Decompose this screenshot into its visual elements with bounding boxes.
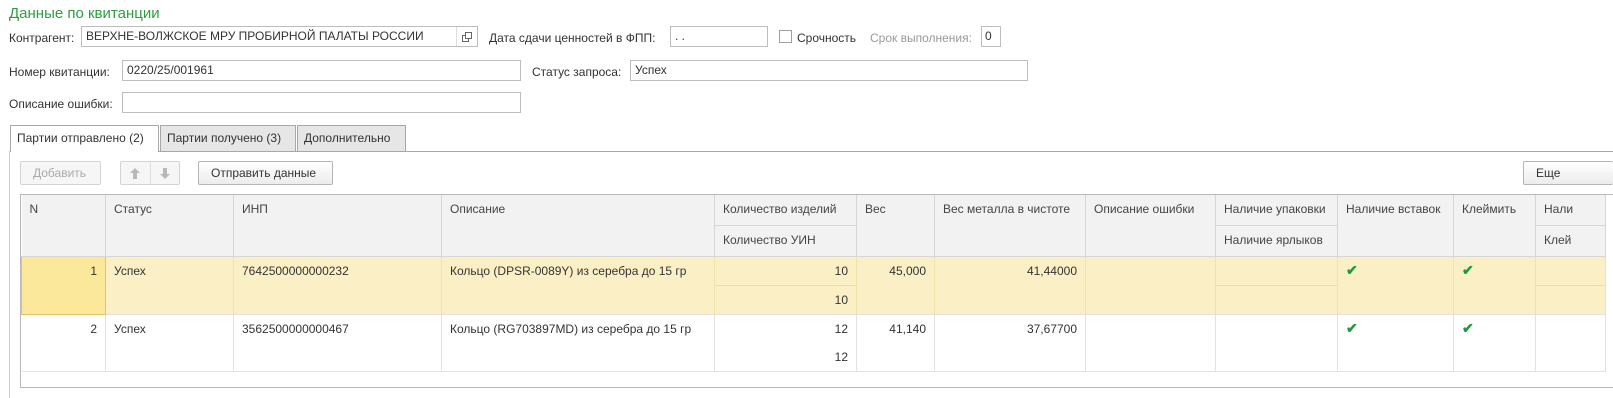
cell-uin-count[interactable]: 10 bbox=[714, 285, 857, 315]
col-header-extra-bottom[interactable]: Клей bbox=[1535, 225, 1606, 257]
delivery-date-field[interactable]: . . bbox=[670, 26, 768, 47]
cell-uin-count[interactable]: 12 bbox=[714, 343, 857, 372]
request-status-field[interactable]: Успех bbox=[630, 60, 1028, 81]
cell-labels[interactable] bbox=[1215, 343, 1338, 372]
more-button[interactable]: Еще bbox=[1523, 161, 1613, 185]
cell-inp[interactable]: 3562500000000467 bbox=[233, 314, 442, 372]
checkmark-icon: ✔ bbox=[1462, 262, 1474, 278]
urgency-checkbox[interactable] bbox=[779, 30, 792, 43]
cell-items-count[interactable]: 12 bbox=[714, 314, 857, 343]
cell-inserts[interactable]: ✔ bbox=[1337, 256, 1454, 315]
col-header-status[interactable]: Статус bbox=[105, 195, 234, 257]
cell-stamp[interactable]: ✔ bbox=[1453, 256, 1536, 315]
cell-n[interactable]: 2 bbox=[21, 314, 106, 372]
col-header-items-count[interactable]: Количество изделий bbox=[714, 195, 857, 226]
cell-extra[interactable] bbox=[1535, 256, 1606, 286]
move-buttons bbox=[120, 161, 180, 185]
cell-packaging[interactable] bbox=[1215, 314, 1338, 343]
cell-extra[interactable] bbox=[1535, 314, 1606, 343]
urgency-label: Срочность bbox=[797, 31, 857, 45]
col-header-error-description[interactable]: Описание ошибки bbox=[1085, 195, 1216, 257]
cell-inserts[interactable]: ✔ bbox=[1337, 314, 1454, 372]
cell-extra-bottom[interactable] bbox=[1535, 285, 1606, 315]
checkmark-icon: ✔ bbox=[1346, 320, 1358, 336]
delivery-date-label: Дата сдачи ценностей в ФПП: bbox=[489, 31, 656, 45]
checkmark-icon: ✔ bbox=[1462, 320, 1474, 336]
tab-panel-border bbox=[9, 151, 1613, 152]
cell-status[interactable]: Успех bbox=[105, 314, 234, 372]
counterparty-field[interactable]: ВЕРХНЕ-ВОЛЖСКОЕ МРУ ПРОБИРНОЙ ПАЛАТЫ РОС… bbox=[81, 26, 478, 47]
error-description-field[interactable] bbox=[122, 92, 521, 113]
tab-batches-sent[interactable]: Партии отправлено (2) bbox=[10, 125, 159, 152]
col-header-labels[interactable]: Наличие ярлыков bbox=[1215, 225, 1338, 257]
tab-panel-left-border bbox=[9, 151, 10, 398]
form-title: Данные по квитанции bbox=[9, 5, 160, 22]
col-header-uin-count[interactable]: Количество УИН bbox=[714, 225, 857, 257]
col-header-stamp[interactable]: Клеймить bbox=[1453, 195, 1536, 257]
col-header-packaging[interactable]: Наличие упаковки bbox=[1215, 195, 1338, 226]
receipt-number-label: Номер квитанции: bbox=[9, 65, 110, 79]
deadline-label: Срок выполнения: bbox=[870, 31, 972, 45]
cell-description[interactable]: Кольцо (DPSR-0089Y) из серебра до 15 гр bbox=[441, 256, 715, 315]
cell-extra-bottom[interactable] bbox=[1535, 343, 1606, 372]
open-icon[interactable] bbox=[456, 27, 477, 46]
cell-packaging[interactable] bbox=[1215, 256, 1338, 286]
table-row[interactable]: 1 Успех 7642500000000232 Кольцо (DPSR-00… bbox=[21, 256, 1606, 315]
deadline-field[interactable]: 0 bbox=[981, 26, 1001, 47]
cell-stamp[interactable]: ✔ bbox=[1453, 314, 1536, 372]
request-status-label: Статус запроса: bbox=[532, 65, 622, 79]
cell-labels[interactable] bbox=[1215, 285, 1338, 315]
batches-table: N Статус ИНП Описание Количество изделий… bbox=[20, 194, 1613, 388]
table-header-row-top: N Статус ИНП Описание Количество изделий… bbox=[21, 195, 1606, 257]
cell-error-description[interactable] bbox=[1085, 314, 1216, 372]
cell-items-count[interactable]: 10 bbox=[714, 256, 857, 286]
tab-batches-received[interactable]: Партии получено (3) bbox=[160, 125, 296, 151]
col-header-extra-top[interactable]: Нали bbox=[1535, 195, 1606, 226]
error-description-label: Описание ошибки: bbox=[9, 97, 113, 111]
counterparty-label: Контрагент: bbox=[9, 31, 75, 45]
checkmark-icon: ✔ bbox=[1346, 262, 1358, 278]
col-header-pure-weight[interactable]: Вес металла в чистоте bbox=[934, 195, 1086, 257]
cell-error-description[interactable] bbox=[1085, 256, 1216, 315]
col-header-inserts[interactable]: Наличие вставок bbox=[1337, 195, 1454, 257]
move-down-icon[interactable] bbox=[151, 162, 180, 184]
col-header-weight[interactable]: Вес bbox=[856, 195, 935, 257]
cell-weight[interactable]: 45,000 bbox=[856, 256, 935, 315]
cell-description[interactable]: Кольцо (RG703897MD) из серебра до 15 гр bbox=[441, 314, 715, 372]
cell-status[interactable]: Успех bbox=[105, 256, 234, 315]
col-header-description[interactable]: Описание bbox=[441, 195, 715, 257]
move-up-icon[interactable] bbox=[121, 162, 151, 184]
add-button[interactable]: Добавить bbox=[20, 161, 101, 185]
cell-weight[interactable]: 41,140 bbox=[856, 314, 935, 372]
cell-pure-weight[interactable]: 37,67700 bbox=[934, 314, 1086, 372]
cell-pure-weight[interactable]: 41,44000 bbox=[934, 256, 1086, 315]
table-row[interactable]: 2 Успех 3562500000000467 Кольцо (RG70389… bbox=[21, 314, 1606, 372]
col-header-n[interactable]: N bbox=[21, 195, 106, 257]
receipt-number-field[interactable]: 0220/25/001961 bbox=[122, 60, 521, 81]
col-header-inp[interactable]: ИНП bbox=[233, 195, 442, 257]
cell-inp[interactable]: 7642500000000232 bbox=[233, 256, 442, 315]
send-data-button[interactable]: Отправить данные bbox=[198, 161, 333, 185]
cell-n[interactable]: 1 bbox=[21, 256, 106, 315]
counterparty-value: ВЕРХНЕ-ВОЛЖСКОЕ МРУ ПРОБИРНОЙ ПАЛАТЫ РОС… bbox=[86, 29, 424, 43]
tab-additional[interactable]: Дополнительно bbox=[297, 125, 406, 151]
